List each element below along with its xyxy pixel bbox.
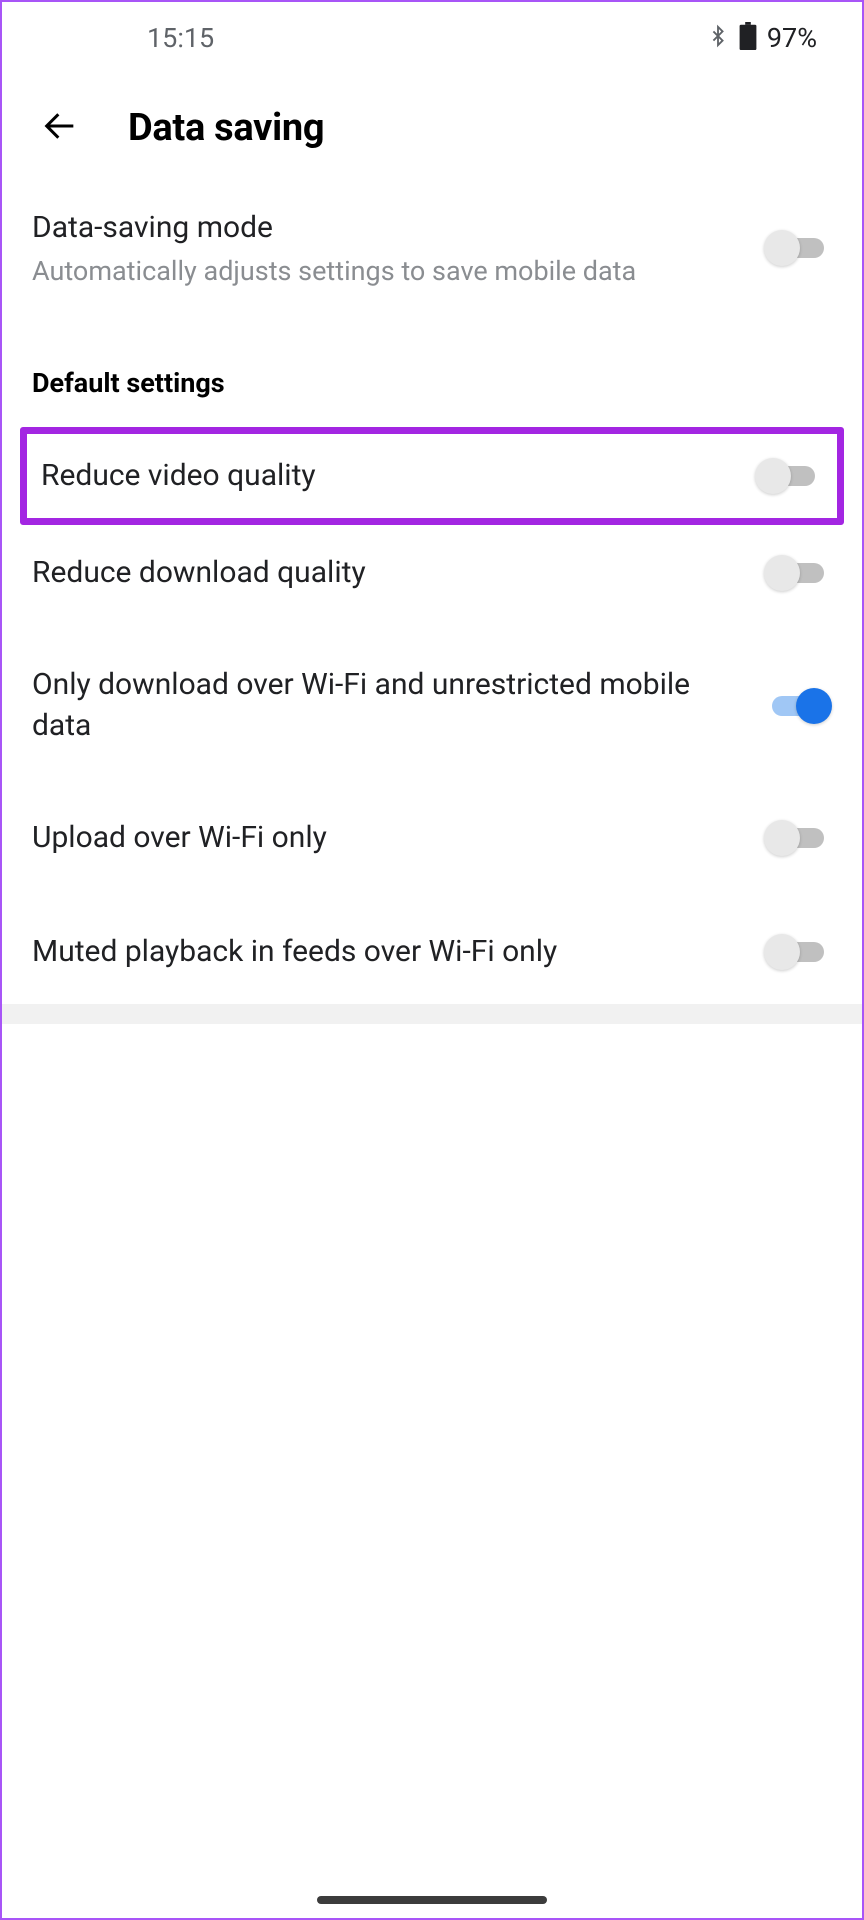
- toggle-reduce-download-quality[interactable]: [764, 555, 832, 591]
- back-arrow-icon[interactable]: [40, 106, 80, 150]
- page-header: Data saving: [2, 74, 862, 190]
- setting-title: Only download over Wi-Fi and unrestricte…: [32, 665, 744, 746]
- setting-reduce-download-quality[interactable]: Reduce download quality: [2, 533, 862, 613]
- setting-upload-wifi-only[interactable]: Upload over Wi-Fi only: [2, 798, 862, 878]
- setting-only-download-wifi[interactable]: Only download over Wi-Fi and unrestricte…: [2, 647, 862, 764]
- setting-content: Reduce download quality: [32, 553, 764, 594]
- status-time: 15:15: [147, 22, 214, 54]
- battery-icon: [739, 22, 757, 54]
- setting-title: Reduce download quality: [32, 553, 744, 594]
- setting-subtitle: Automatically adjusts settings to save m…: [32, 253, 744, 289]
- setting-data-saving-mode[interactable]: Data-saving mode Automatically adjusts s…: [2, 190, 862, 307]
- setting-title: Data-saving mode: [32, 208, 744, 249]
- setting-title: Upload over Wi-Fi only: [32, 818, 744, 859]
- toggle-only-download-wifi[interactable]: [764, 688, 832, 724]
- toggle-reduce-video-quality[interactable]: [755, 458, 823, 494]
- setting-title: Muted playback in feeds over Wi-Fi only: [32, 932, 744, 973]
- setting-content: Only download over Wi-Fi and unrestricte…: [32, 665, 764, 746]
- highlight-reduce-video-quality: Reduce video quality: [20, 427, 844, 526]
- toggle-upload-wifi-only[interactable]: [764, 820, 832, 856]
- page-title: Data saving: [128, 106, 324, 150]
- bluetooth-icon: [707, 22, 729, 54]
- setting-content: Data-saving mode Automatically adjusts s…: [32, 208, 764, 289]
- section-header-default-settings: Default settings: [2, 347, 862, 409]
- status-bar: 15:15 97%: [2, 2, 862, 74]
- divider: [2, 1004, 862, 1024]
- battery-percent: 97%: [767, 22, 817, 54]
- setting-content: Muted playback in feeds over Wi-Fi only: [32, 932, 764, 973]
- setting-muted-playback-wifi[interactable]: Muted playback in feeds over Wi-Fi only: [2, 912, 862, 992]
- status-right: 97%: [707, 22, 817, 54]
- setting-content: Upload over Wi-Fi only: [32, 818, 764, 859]
- setting-reduce-video-quality[interactable]: Reduce video quality: [27, 434, 837, 519]
- toggle-muted-playback-wifi[interactable]: [764, 934, 832, 970]
- toggle-data-saving-mode[interactable]: [764, 230, 832, 266]
- home-indicator[interactable]: [317, 1896, 547, 1904]
- setting-content: Reduce video quality: [41, 456, 755, 497]
- setting-title: Reduce video quality: [41, 456, 735, 497]
